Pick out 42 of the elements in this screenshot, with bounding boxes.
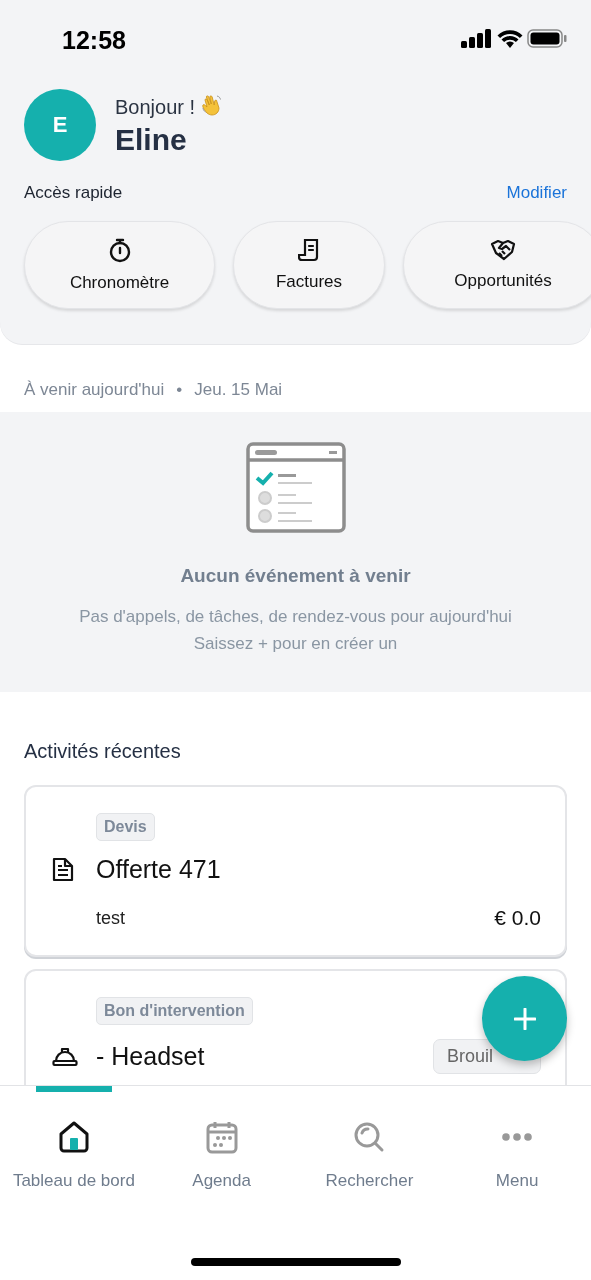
calendar-icon <box>205 1120 238 1154</box>
quick-action-button[interactable]: Factures <box>233 221 385 309</box>
more-icon <box>502 1133 533 1141</box>
nav-tab[interactable]: Rechercher <box>295 1086 444 1218</box>
nav-tab[interactable]: Menu <box>443 1086 591 1218</box>
empty-state-text: Saissez + pour en créer un <box>192 633 399 655</box>
avatar: E <box>24 89 96 161</box>
handshake-icon <box>490 239 516 261</box>
category-tag: Devis <box>96 813 155 841</box>
receipt-icon <box>298 238 320 262</box>
quick-action-button[interactable]: Chronomètre <box>24 221 215 309</box>
section-label: Accès rapide <box>24 183 123 203</box>
stopwatch-icon <box>107 237 132 263</box>
hard-hat-icon <box>52 1046 78 1067</box>
signal-icon <box>461 28 493 48</box>
separator-dot: • <box>176 380 183 400</box>
greeting: Bonjour ! <box>115 95 196 119</box>
document-icon <box>52 857 74 882</box>
section-title: Activités récentes <box>24 740 182 763</box>
category-tag: Bon d'intervention <box>96 997 253 1025</box>
activity-subtitle: test <box>96 907 126 929</box>
date-label: Jeu. 15 Mai <box>194 380 283 400</box>
waving-hand-icon <box>201 93 224 116</box>
plus-icon <box>513 1007 536 1030</box>
quick-action-button[interactable]: Opportunités <box>403 221 591 309</box>
section-label: À venir aujourd'hui <box>24 380 165 400</box>
amount: € 0.0 <box>494 906 541 930</box>
activity-title: Offerte 471 <box>96 855 222 884</box>
battery-icon <box>527 28 567 48</box>
empty-state-title: Aucun événement à venir <box>180 565 411 587</box>
empty-checklist-icon <box>245 442 346 533</box>
nav-tab[interactable]: Agenda <box>147 1086 296 1218</box>
clock: 12:58 <box>62 25 127 55</box>
activity-card[interactable]: Devis Offerte 471 test € 0.0 <box>24 785 567 957</box>
user-name: Eline <box>115 122 188 157</box>
nav-tab[interactable]: Tableau de bord <box>0 1086 148 1218</box>
edit-link[interactable]: Modifier <box>506 183 567 203</box>
wifi-icon <box>496 28 523 48</box>
activity-title: - Headset <box>96 1042 206 1071</box>
search-icon <box>353 1121 386 1153</box>
activity-card[interactable]: Bon d'intervention - Headset Brouil <box>24 969 567 1085</box>
empty-state-text: Pas d'appels, de tâches, de rendez-vous pour aujourd'hui <box>79 606 512 628</box>
